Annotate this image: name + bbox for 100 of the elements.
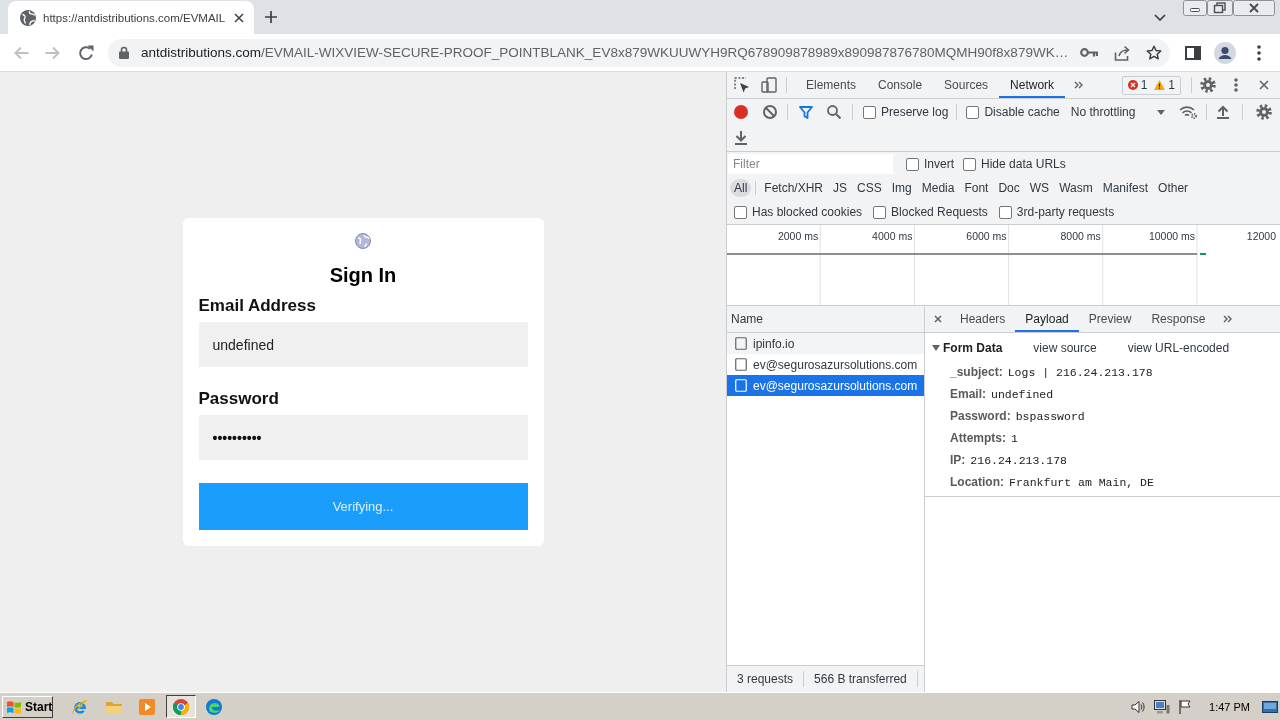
details-tab[interactable]: Payload — [1015, 306, 1079, 332]
field-value: 1 — [1011, 431, 1018, 445]
resource-type-filter[interactable]: Manifest — [1098, 179, 1153, 197]
wifi-gear-icon[interactable] — [1179, 105, 1197, 119]
checkbox[interactable] — [906, 157, 919, 171]
filter-field[interactable]: Filter — [728, 154, 893, 174]
checkbox-label[interactable]: Hide data URLs — [981, 157, 1066, 171]
plus-icon[interactable] — [265, 11, 278, 23]
details-tab[interactable]: Preview — [1078, 306, 1142, 332]
side-panel-icon[interactable] — [1185, 45, 1201, 60]
checkbox-label[interactable]: Has blocked cookies — [752, 205, 863, 219]
close-icon[interactable] — [234, 12, 245, 23]
document-icon — [735, 379, 747, 392]
menu-icon[interactable] — [1257, 44, 1261, 61]
details-tab[interactable]: Headers — [950, 306, 1016, 332]
view-encoded-link[interactable]: view URL-encoded — [1127, 341, 1230, 355]
triangle-down-icon[interactable] — [932, 345, 940, 351]
request-row[interactable]: ev@segurosazursolutions.com — [727, 354, 924, 375]
field-value: Frankfurt am Main, DE — [1009, 475, 1154, 489]
checkbox[interactable] — [963, 157, 976, 171]
checkbox-label[interactable]: Invert — [924, 157, 954, 171]
upload-icon[interactable] — [1217, 105, 1229, 119]
email-field[interactable]: undefined — [198, 322, 528, 367]
inspect-icon[interactable] — [734, 77, 750, 93]
view-source-link[interactable]: view source — [1033, 341, 1097, 355]
key-icon[interactable] — [1080, 48, 1098, 57]
devtools-tab[interactable]: Console — [867, 72, 934, 98]
devtools-tab[interactable]: Sources — [933, 72, 1000, 98]
start-button[interactable]: Start — [2, 695, 53, 718]
devtools-tab[interactable]: Elements — [795, 72, 868, 98]
field-name: IP: — [950, 453, 966, 467]
checkbox-label[interactable]: Disable cache — [984, 105, 1060, 119]
throttling-select[interactable]: No throttling — [1070, 105, 1165, 119]
address-bar[interactable]: antdistributions.com/EVMAIL-WIXVIEW-SECURE-PROOF_POINTBLANK_EV8x879WKUUWYH9RQ678909878989x890987876780MQMH90f8x879WK… — [108, 38, 1170, 67]
chevron-down-icon[interactable] — [1154, 13, 1166, 21]
checkbox[interactable] — [873, 205, 887, 219]
share-icon[interactable] — [1114, 44, 1130, 61]
reload-icon[interactable] — [78, 44, 94, 61]
column-header[interactable]: Name — [727, 306, 924, 333]
request-row[interactable]: ev@segurosazursolutions.com — [727, 375, 924, 396]
checkbox-label[interactable]: Preserve log — [881, 105, 949, 119]
close-icon[interactable] — [1259, 80, 1269, 90]
resource-type-filter[interactable]: Wasm — [1055, 179, 1097, 197]
search-icon[interactable] — [827, 105, 841, 119]
settings-icon[interactable] — [1256, 104, 1272, 120]
speaker-icon[interactable] — [1131, 700, 1146, 713]
browser-tab[interactable]: https://antdistributions.com/EVMAIL — [8, 1, 255, 34]
resource-type-filter[interactable]: Img — [887, 179, 916, 197]
record-icon[interactable] — [734, 105, 748, 119]
details-tab[interactable]: Response — [1141, 306, 1216, 332]
double-chevron-icon[interactable] — [1074, 81, 1084, 89]
password-field[interactable]: •••••••••• — [198, 415, 528, 460]
restore-icon[interactable] — [1207, 0, 1233, 16]
warning-icon — [1154, 80, 1166, 90]
field-name: Attempts: — [950, 431, 1006, 445]
close-icon[interactable] — [934, 315, 942, 323]
issues-counter[interactable]: 1 1 — [1121, 75, 1181, 95]
document-icon — [735, 358, 747, 371]
checkbox[interactable] — [998, 205, 1012, 219]
funnel-icon[interactable] — [799, 105, 813, 119]
timeline-tick-label: 2000 ms — [777, 230, 819, 242]
dropdown-caret-icon — [1157, 109, 1165, 115]
double-chevron-icon[interactable] — [1223, 315, 1233, 323]
desktop-icon[interactable] — [1262, 700, 1278, 713]
letter-e-icon — [72, 698, 88, 715]
timeline-tick-label: 10000 ms — [1148, 230, 1195, 242]
request-row[interactable]: ipinfo.io — [727, 333, 924, 354]
device-icon[interactable] — [761, 77, 777, 93]
resource-type-filter[interactable]: Other — [1154, 179, 1193, 197]
more-options-icon[interactable] — [1234, 78, 1238, 92]
checkbox-label[interactable]: Blocked Requests — [891, 205, 988, 219]
profile-icon[interactable] — [1214, 41, 1236, 64]
download-icon[interactable] — [735, 131, 747, 145]
checkbox[interactable] — [966, 105, 980, 119]
taskbar-button[interactable] — [165, 695, 196, 718]
field-value: bspassword — [1015, 409, 1085, 423]
resource-type-filter[interactable]: All — [730, 179, 752, 197]
star-icon[interactable] — [1146, 44, 1162, 61]
settings-icon[interactable] — [1200, 77, 1216, 93]
section-title[interactable]: Form Data — [943, 341, 1003, 355]
checkbox[interactable] — [734, 205, 747, 219]
resource-type-filter[interactable]: CSS — [853, 179, 886, 197]
flag-icon[interactable] — [1179, 699, 1192, 714]
warning-count: 1 — [1168, 78, 1175, 92]
close-icon[interactable] — [1233, 0, 1275, 16]
resource-type-filter[interactable]: JS — [829, 179, 852, 197]
field-name: Email: — [950, 387, 986, 401]
resource-type-filter[interactable]: Media — [917, 179, 959, 197]
globe-icon — [20, 9, 36, 26]
minimize-icon[interactable] — [1183, 0, 1207, 16]
checkbox-label[interactable]: 3rd-party requests — [1016, 205, 1115, 219]
resource-type-filter[interactable]: Font — [960, 179, 993, 197]
field-name: _subject: — [950, 365, 1003, 379]
circle-slash-icon[interactable] — [763, 105, 777, 119]
network-icon[interactable] — [1154, 699, 1171, 714]
checkbox[interactable] — [863, 105, 876, 119]
flag-logo-icon — [6, 699, 22, 714]
resource-type-filter[interactable]: Fetch/XHR — [760, 179, 828, 197]
resource-type-filter[interactable]: WS — [1025, 179, 1054, 197]
resource-type-filter[interactable]: Doc — [994, 179, 1024, 197]
